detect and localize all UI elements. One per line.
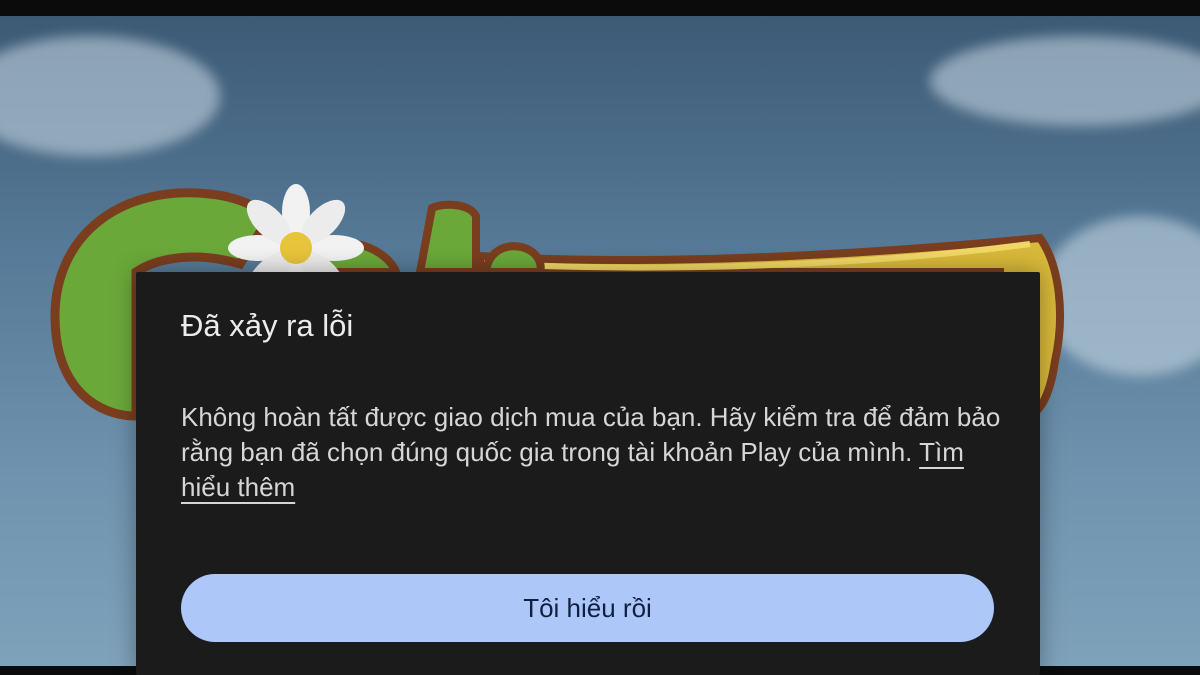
logo-letter-d bbox=[415, 200, 480, 276]
logo-letter-e bbox=[481, 242, 545, 276]
dialog-message-text: Không hoàn tất được giao dịch mua của bạ… bbox=[181, 402, 1001, 467]
got-it-button[interactable]: Tôi hiểu rồi bbox=[181, 574, 994, 642]
error-dialog: Đã xảy ra lỗi Không hoàn tất được giao d… bbox=[136, 272, 1040, 675]
dialog-title: Đã xảy ra lỗi bbox=[181, 308, 354, 343]
dialog-message: Không hoàn tất được giao dịch mua của bạ… bbox=[181, 400, 1001, 505]
screen: Đã xảy ra lỗi Không hoàn tất được giao d… bbox=[0, 0, 1200, 675]
